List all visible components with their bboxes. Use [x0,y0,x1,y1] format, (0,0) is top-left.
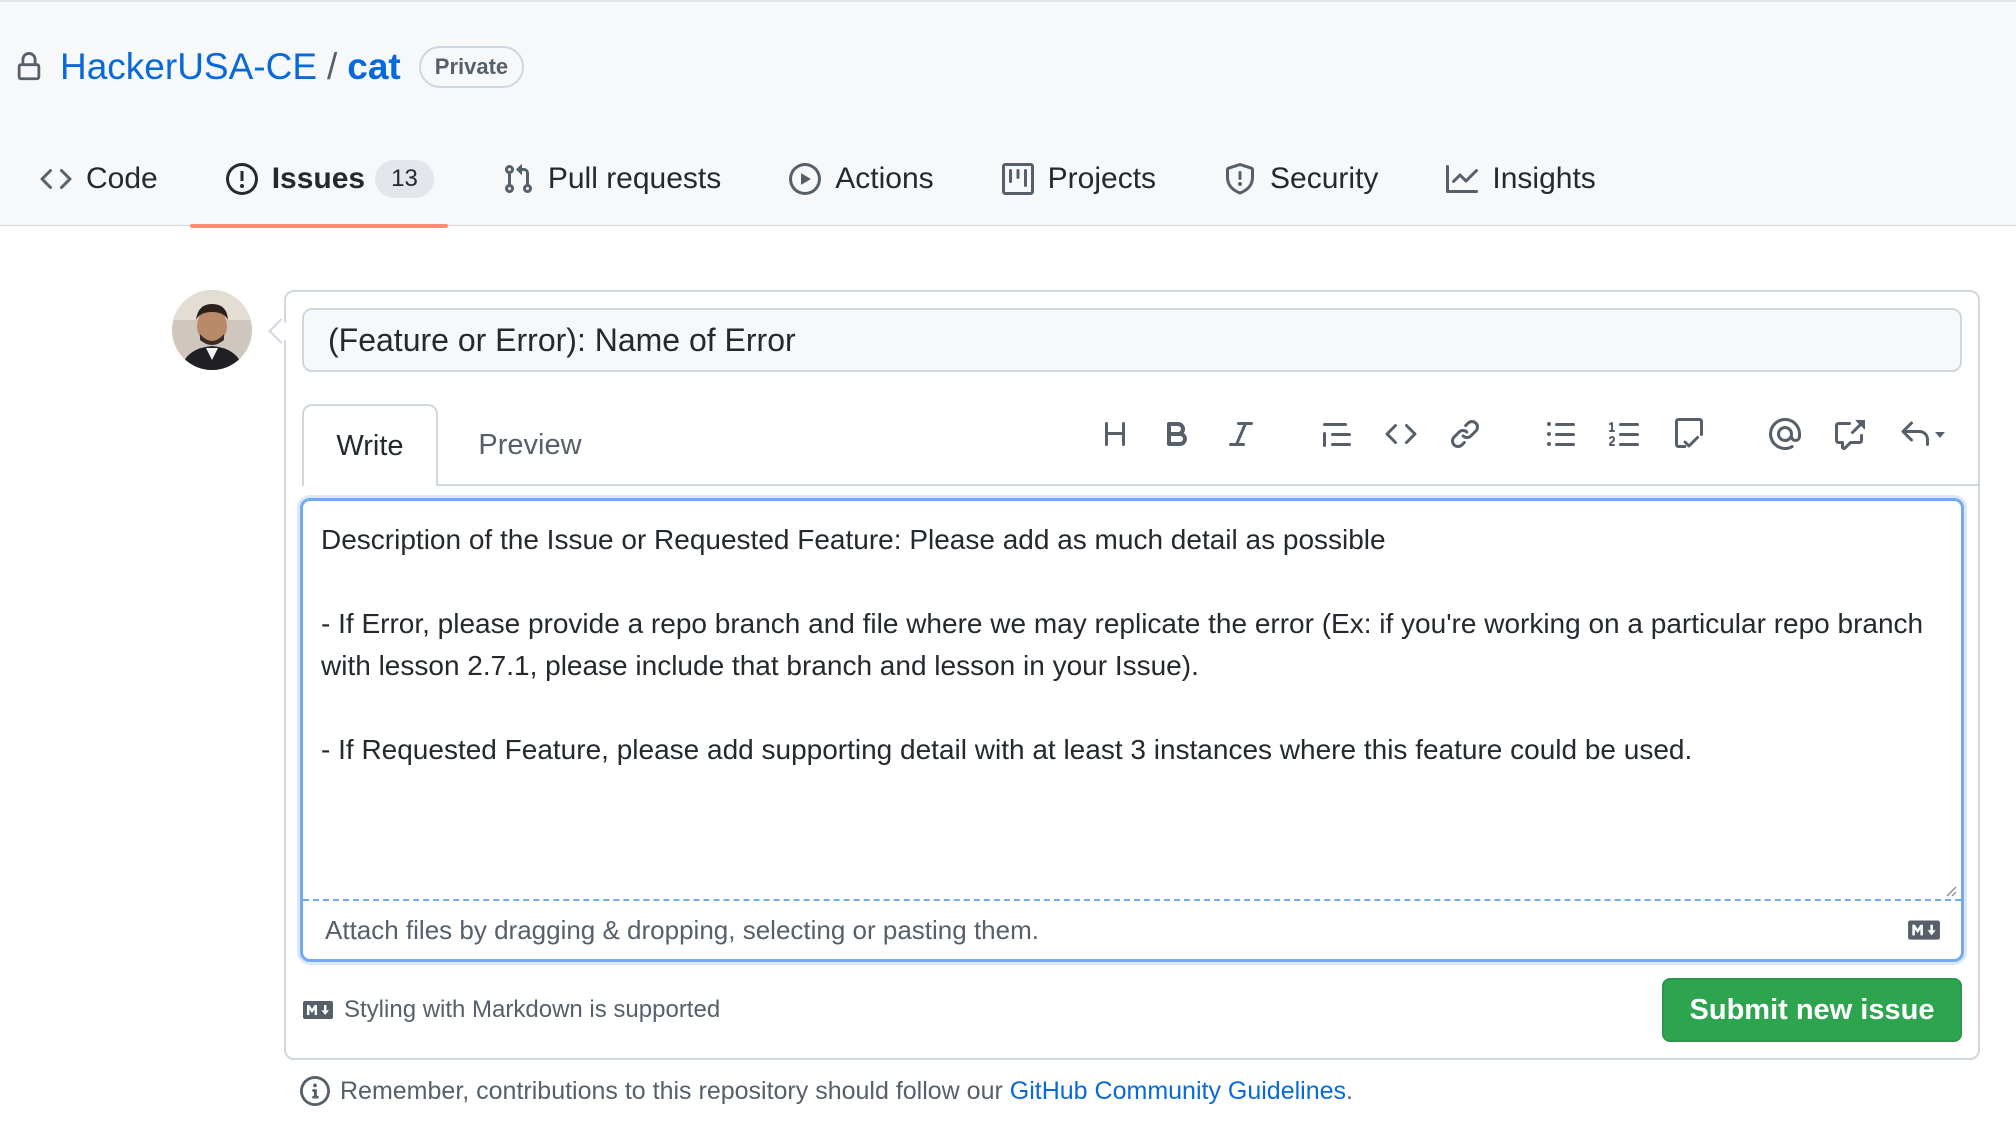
shield-icon [1226,163,1255,195]
tab-label: Issues [271,162,366,195]
repo-owner-link[interactable]: HackerUSA-CE [60,46,317,88]
repo-header: HackerUSA-CE / cat Private Code Issues 1… [0,0,2016,228]
issue-opened-icon [225,163,258,195]
active-tab-indicator [190,224,448,228]
avatar[interactable] [172,290,252,370]
tab-preview[interactable]: Preview [456,404,604,486]
body-line: - If Error, please provide a repo branch… [321,608,1931,681]
tab-pull-requests[interactable]: Pull requests [502,144,721,214]
attach-files-hint[interactable]: Attach files by dragging & dropping, sel… [325,915,1039,946]
markdown-icon [303,1001,333,1019]
cross-reference-icon[interactable] [1831,416,1867,452]
tab-code[interactable]: Code [40,144,158,214]
tab-issues[interactable]: Issues 13 [225,144,434,214]
submit-new-issue-button[interactable]: Submit new issue [1662,978,1962,1042]
visibility-badge: Private [418,46,525,88]
repo-title: HackerUSA-CE / cat Private [14,42,525,92]
issue-title-input[interactable] [302,308,1962,372]
markdown-icon [1908,920,1940,940]
tab-security[interactable]: Security [1224,144,1378,214]
body-line: - If Requested Feature, please add suppo… [321,734,1693,765]
tab-divider [302,484,1978,486]
repo-name-link[interactable]: cat [347,46,400,88]
ordered-list-icon[interactable] [1607,416,1643,452]
heading-icon[interactable] [1097,416,1133,452]
resize-grip-icon[interactable] [1943,883,1957,897]
reminder-period: . [1346,1076,1353,1105]
markdown-support-note[interactable]: Styling with Markdown is supported [302,996,720,1024]
tab-label: Projects [1047,162,1157,195]
info-icon [300,1076,330,1106]
unordered-list-icon[interactable] [1543,416,1579,452]
play-icon [789,163,822,195]
tab-label: Actions [835,162,934,195]
quote-icon[interactable] [1319,416,1355,452]
task-list-icon[interactable] [1671,416,1707,452]
tab-label: Insights [1492,162,1596,195]
tab-projects[interactable]: Projects [1001,144,1157,214]
tab-label: Pull requests [547,162,722,195]
link-icon[interactable] [1447,416,1483,452]
reminder-text: Remember, contributions to this reposito… [340,1076,1003,1105]
issue-body-text[interactable]: Description of the Issue or Requested Fe… [321,519,1941,771]
graph-icon [1446,165,1479,193]
avatar-image [172,290,252,370]
tab-insights[interactable]: Insights [1446,144,1596,214]
markdown-note-label: Styling with Markdown is supported [344,996,721,1023]
tab-label: Security [1270,162,1379,195]
community-guidelines-link[interactable]: GitHub Community Guidelines [1010,1077,1346,1106]
attach-divider [303,899,1961,901]
tab-write[interactable]: Write [302,404,438,486]
mention-icon[interactable] [1767,416,1803,452]
git-pull-request-icon [504,164,532,194]
italic-icon[interactable] [1223,416,1259,452]
repo-separator: / [327,46,338,87]
body-line: Description of the Issue or Requested Fe… [321,524,1386,555]
tab-actions[interactable]: Actions [789,144,934,214]
issue-body-editor[interactable]: Description of the Issue or Requested Fe… [300,498,1964,962]
repo-nav: Code Issues 13 Pull requests Actions Pro… [40,144,1664,228]
code-icon [40,168,72,190]
tab-label: Code [86,162,158,195]
bold-icon[interactable] [1159,416,1195,452]
lock-icon [17,52,41,81]
reply-icon[interactable] [1895,416,1951,452]
code-icon[interactable] [1383,416,1419,452]
project-icon [1001,163,1034,195]
guidelines-reminder: Remember, contributions to this reposito… [300,1076,1353,1106]
issues-count-badge: 13 [375,160,434,198]
